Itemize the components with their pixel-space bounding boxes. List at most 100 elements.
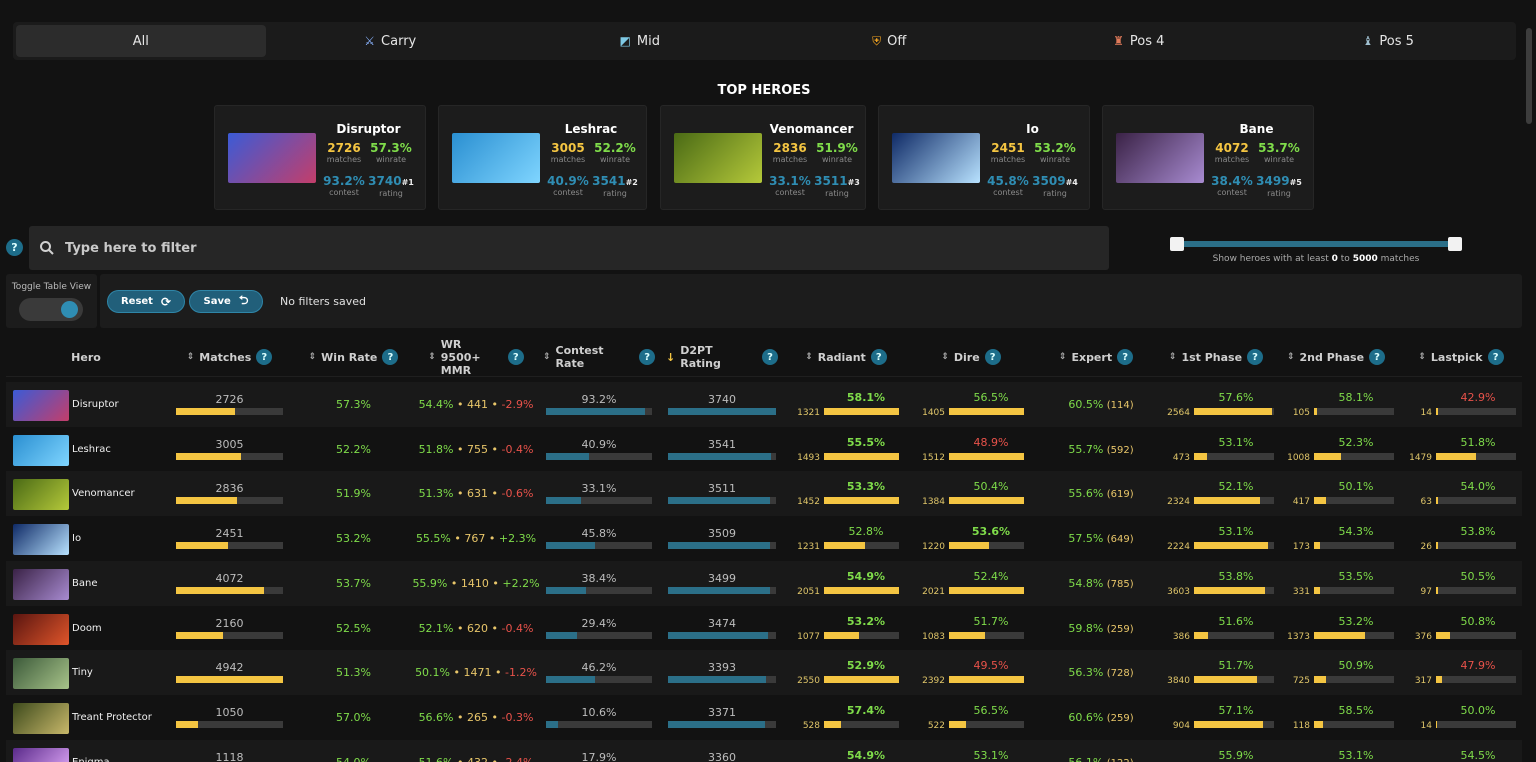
col-header-winrate[interactable]: ⇕ Win Rate?	[296, 337, 411, 377]
col-header-rating[interactable]: ↓ D2PT Rating?	[666, 337, 778, 377]
radiant-value: 52.9%	[846, 659, 886, 673]
reset-button[interactable]: Reset ⟳	[107, 290, 185, 313]
matches-label: matches	[1214, 155, 1250, 164]
col-help-icon[interactable]: ?	[762, 349, 778, 365]
col-help-icon[interactable]: ?	[256, 349, 273, 365]
col-help-icon[interactable]: ?	[1117, 349, 1134, 365]
top-hero-card[interactable]: Leshrac 3005 matches 52.2% winrate 40.9%…	[438, 105, 647, 210]
col-help-icon[interactable]: ?	[382, 349, 399, 365]
col-header-lastpick[interactable]: ⇕ Lastpick?	[1411, 337, 1511, 377]
col-header-label: Radiant	[817, 350, 866, 364]
hero-name[interactable]: Tiny	[72, 650, 93, 695]
contest-value: 38.4%	[581, 571, 617, 585]
radiant-matches: 2051	[797, 586, 820, 597]
matches-value: 2726	[215, 393, 244, 406]
winrate-label: winrate	[599, 155, 631, 164]
table-row[interactable]: Leshrac 3005 52.2% 51.8% • 755 • -0.4% 4…	[6, 427, 1522, 472]
page-scrollbar[interactable]	[1526, 28, 1532, 124]
table-row[interactable]: Tiny 4942 51.3% 50.1% • 1471 • -1.2% 46.…	[6, 650, 1522, 696]
col-help-icon[interactable]: ?	[1247, 349, 1264, 365]
contest-value: 45.8%	[987, 174, 1029, 188]
rating-value: 3511	[814, 174, 848, 188]
dire-value: 52.4%	[973, 569, 1009, 583]
expert-matches: (122)	[1107, 758, 1134, 762]
pos5-icon: ♝	[1362, 34, 1374, 48]
matches-bar	[176, 631, 283, 639]
col-help-icon[interactable]: ?	[870, 349, 887, 365]
col-header-wr9500[interactable]: ⇕ WR 9500+ MMR?	[416, 337, 536, 377]
col-help-icon[interactable]: ?	[1487, 349, 1504, 365]
col-header-dire[interactable]: ⇕ Dire?	[921, 337, 1021, 377]
top-hero-card[interactable]: Venomancer 2836 matches 51.9% winrate 33…	[660, 105, 866, 210]
dire-cell: 49.5% 2392	[911, 650, 1026, 695]
hero-name[interactable]: Leshrac	[72, 427, 111, 472]
tab-off[interactable]: ⛨ Off	[765, 25, 1015, 57]
col-header-radiant[interactable]: ⇕ Radiant?	[796, 337, 896, 377]
range-min-handle[interactable]	[1170, 237, 1184, 251]
expert-cell: 56.1% (122)	[1046, 740, 1156, 762]
table-row[interactable]: Treant Protector 1050 57.0% 56.6% • 265 …	[6, 695, 1522, 740]
range-max-handle[interactable]	[1448, 237, 1462, 251]
dire-cell: 56.5% 522	[911, 695, 1026, 740]
col-header-expert[interactable]: ⇕ Expert?	[1046, 337, 1146, 377]
expert-value: 54.8%	[1068, 576, 1104, 590]
filter-input[interactable]	[65, 240, 965, 256]
table-row[interactable]: Bane 4072 53.7% 55.9% • 1410 • +2.2% 38.…	[6, 560, 1522, 606]
col-help-icon[interactable]: ?	[1369, 349, 1386, 365]
col-help-icon[interactable]: ?	[984, 349, 1001, 365]
lastpick-matches: 14	[1420, 720, 1432, 731]
top-hero-card[interactable]: Io 2451 matches 53.2% winrate 45.8% cont…	[878, 105, 1090, 210]
match-range-slider[interactable]	[1170, 237, 1462, 251]
col-header-matches[interactable]: ⇕ Matches?	[176, 337, 283, 377]
role-tabs: All ⚔ Carry ◩ Mid ⛨ Off ♜ Pos 4 ♝ Pos 5	[13, 22, 1516, 60]
table-row[interactable]: Io 2451 53.2% 55.5% • 767 • +2.3% 45.8% …	[6, 516, 1522, 561]
tab-pos-5[interactable]: ♝ Pos 5	[1264, 25, 1514, 57]
tab-mid[interactable]: ◩ Mid	[515, 25, 765, 57]
col-header-phase2[interactable]: ⇕ 2nd Phase?	[1286, 337, 1386, 377]
col-help-icon[interactable]: ?	[639, 349, 655, 365]
table-view-toggle[interactable]	[19, 298, 83, 321]
radiant-bar	[824, 497, 899, 505]
top-hero-card[interactable]: Bane 4072 matches 53.7% winrate 38.4% co…	[1102, 105, 1314, 210]
rating-value: 3740	[708, 393, 736, 406]
tab-all[interactable]: All	[16, 25, 266, 57]
hero-name[interactable]: Enigma	[72, 740, 110, 762]
hero-name[interactable]: Io	[72, 516, 81, 561]
hero-name[interactable]: Treant Protector	[72, 695, 152, 740]
col-header-phase1[interactable]: ⇕ 1st Phase?	[1166, 337, 1266, 377]
table-row[interactable]: Enigma 1118 54.0% 51.6% • 432 • -2.4% 17…	[6, 739, 1522, 762]
table-row[interactable]: Venomancer 2836 51.9% 51.3% • 631 • -0.6…	[6, 471, 1522, 517]
contest-stat: 33.1% contest	[764, 175, 816, 198]
dire-bar	[949, 408, 1024, 415]
table-row[interactable]: Disruptor 2726 57.3% 54.4% • 441 • -2.9%…	[6, 382, 1522, 427]
save-button[interactable]: Save ⮌	[189, 290, 263, 313]
top-hero-card[interactable]: Disruptor 2726 matches 57.3% winrate 93.…	[214, 105, 426, 210]
rating-bar	[668, 720, 776, 728]
radiant-bar	[824, 542, 899, 550]
winrate-cell: 52.2%	[296, 427, 411, 472]
lastpick-cell: 50.8% 376	[1398, 606, 1516, 651]
tab-carry[interactable]: ⚔ Carry	[266, 25, 516, 57]
table-row[interactable]: Doom 2160 52.5% 52.1% • 620 • -0.4% 29.4…	[6, 606, 1522, 651]
range-track	[1176, 241, 1456, 247]
hero-name[interactable]: Disruptor	[72, 382, 119, 427]
phase2-bar	[1314, 720, 1394, 728]
winrate-cell: 57.3%	[296, 382, 411, 427]
col-help-icon[interactable]: ?	[507, 349, 524, 365]
contest-bar	[546, 452, 652, 460]
contest-stat: 93.2% contest	[318, 175, 370, 198]
contest-value: 45.8%	[581, 527, 617, 541]
rating-value: 3509	[1032, 174, 1066, 188]
col-header-contest[interactable]: ⇕ Contest Rate?	[543, 337, 655, 377]
range-min-value: 0	[1331, 254, 1338, 264]
hero-name[interactable]: Venomancer	[72, 471, 135, 516]
hero-name[interactable]: Bane	[72, 561, 97, 606]
contest-label: contest	[329, 188, 359, 197]
filter-help-icon[interactable]: ?	[6, 239, 23, 256]
hero-portrait	[892, 133, 980, 183]
tab-pos-4[interactable]: ♜ Pos 4	[1014, 25, 1264, 57]
phase2-value: 52.3%	[1338, 435, 1374, 449]
phase2-cell: 58.1% 105	[1276, 382, 1394, 427]
matches-bar	[176, 720, 283, 728]
hero-name[interactable]: Doom	[72, 606, 102, 651]
